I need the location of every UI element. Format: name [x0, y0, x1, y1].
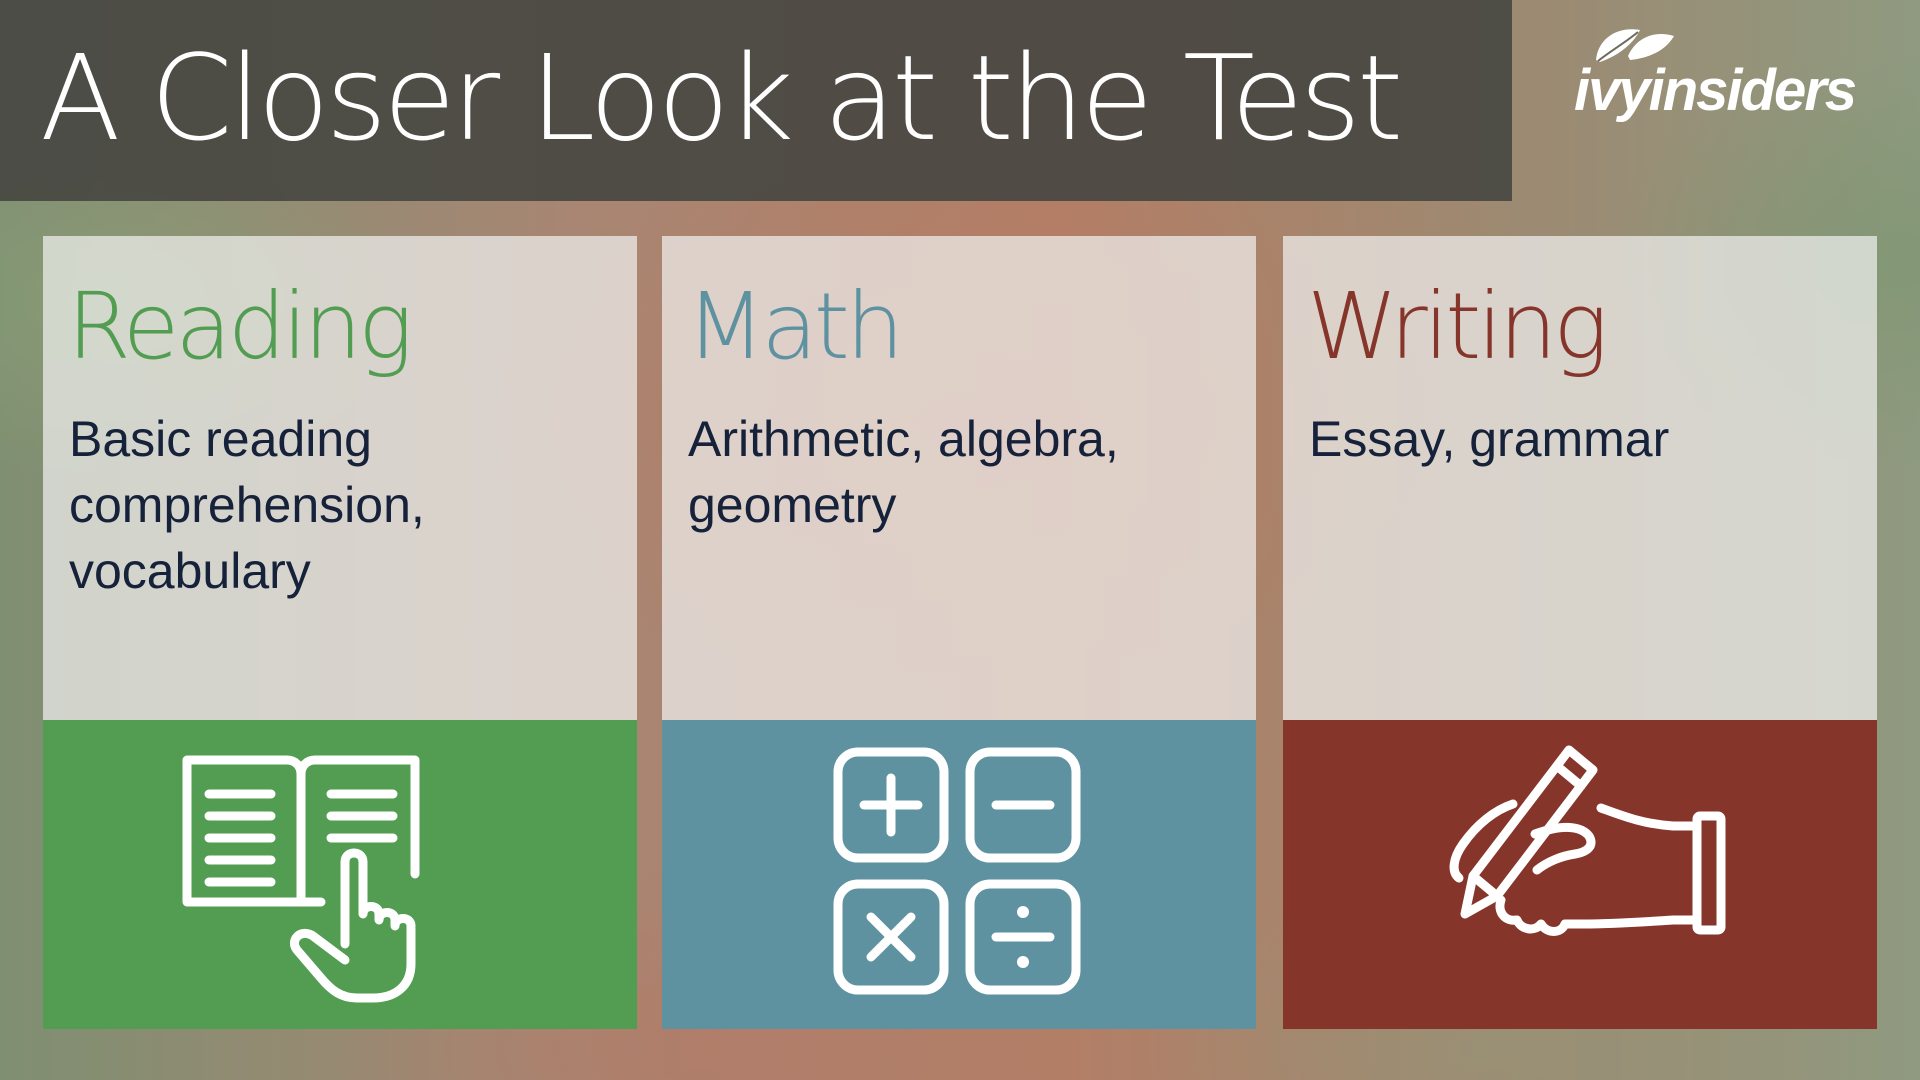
calculator-operators-icon — [833, 747, 1081, 995]
title-bar: A Closer Look at the Test — [0, 0, 1512, 201]
math-card: Math Arithmetic, algebra, geometry — [662, 236, 1256, 1029]
writing-icon-panel — [1283, 720, 1877, 1029]
reading-heading: Reading — [67, 273, 413, 380]
writing-card-text-area: Writing Essay, grammar — [1283, 236, 1877, 720]
writing-description: Essay, grammar — [1309, 411, 1670, 467]
reading-card: Reading Basic reading comprehension, voc… — [43, 236, 637, 1029]
hand-writing-pencil-icon — [1449, 745, 1726, 936]
ivyinsiders-logo: ivyinsiders — [1570, 20, 1900, 130]
math-heading: Math — [686, 273, 904, 380]
math-card-text-area: Math Arithmetic, algebra, geometry — [662, 236, 1256, 720]
reading-icon-panel — [43, 720, 637, 1029]
writing-card: Writing Essay, grammar — [1283, 236, 1877, 1029]
logo-text: ivyinsiders — [1574, 58, 1857, 123]
math-description: Arithmetic, algebra, geometry — [688, 411, 1119, 533]
writing-heading: Writing — [1307, 273, 1608, 380]
open-book-pointer-icon — [182, 755, 420, 1003]
reading-card-text-area: Reading Basic reading comprehension, voc… — [43, 236, 637, 720]
page-title: A Closer Look at the Test — [40, 29, 1403, 167]
math-icon-panel — [662, 720, 1256, 1029]
reading-description: Basic reading comprehension, vocabulary — [69, 411, 425, 599]
